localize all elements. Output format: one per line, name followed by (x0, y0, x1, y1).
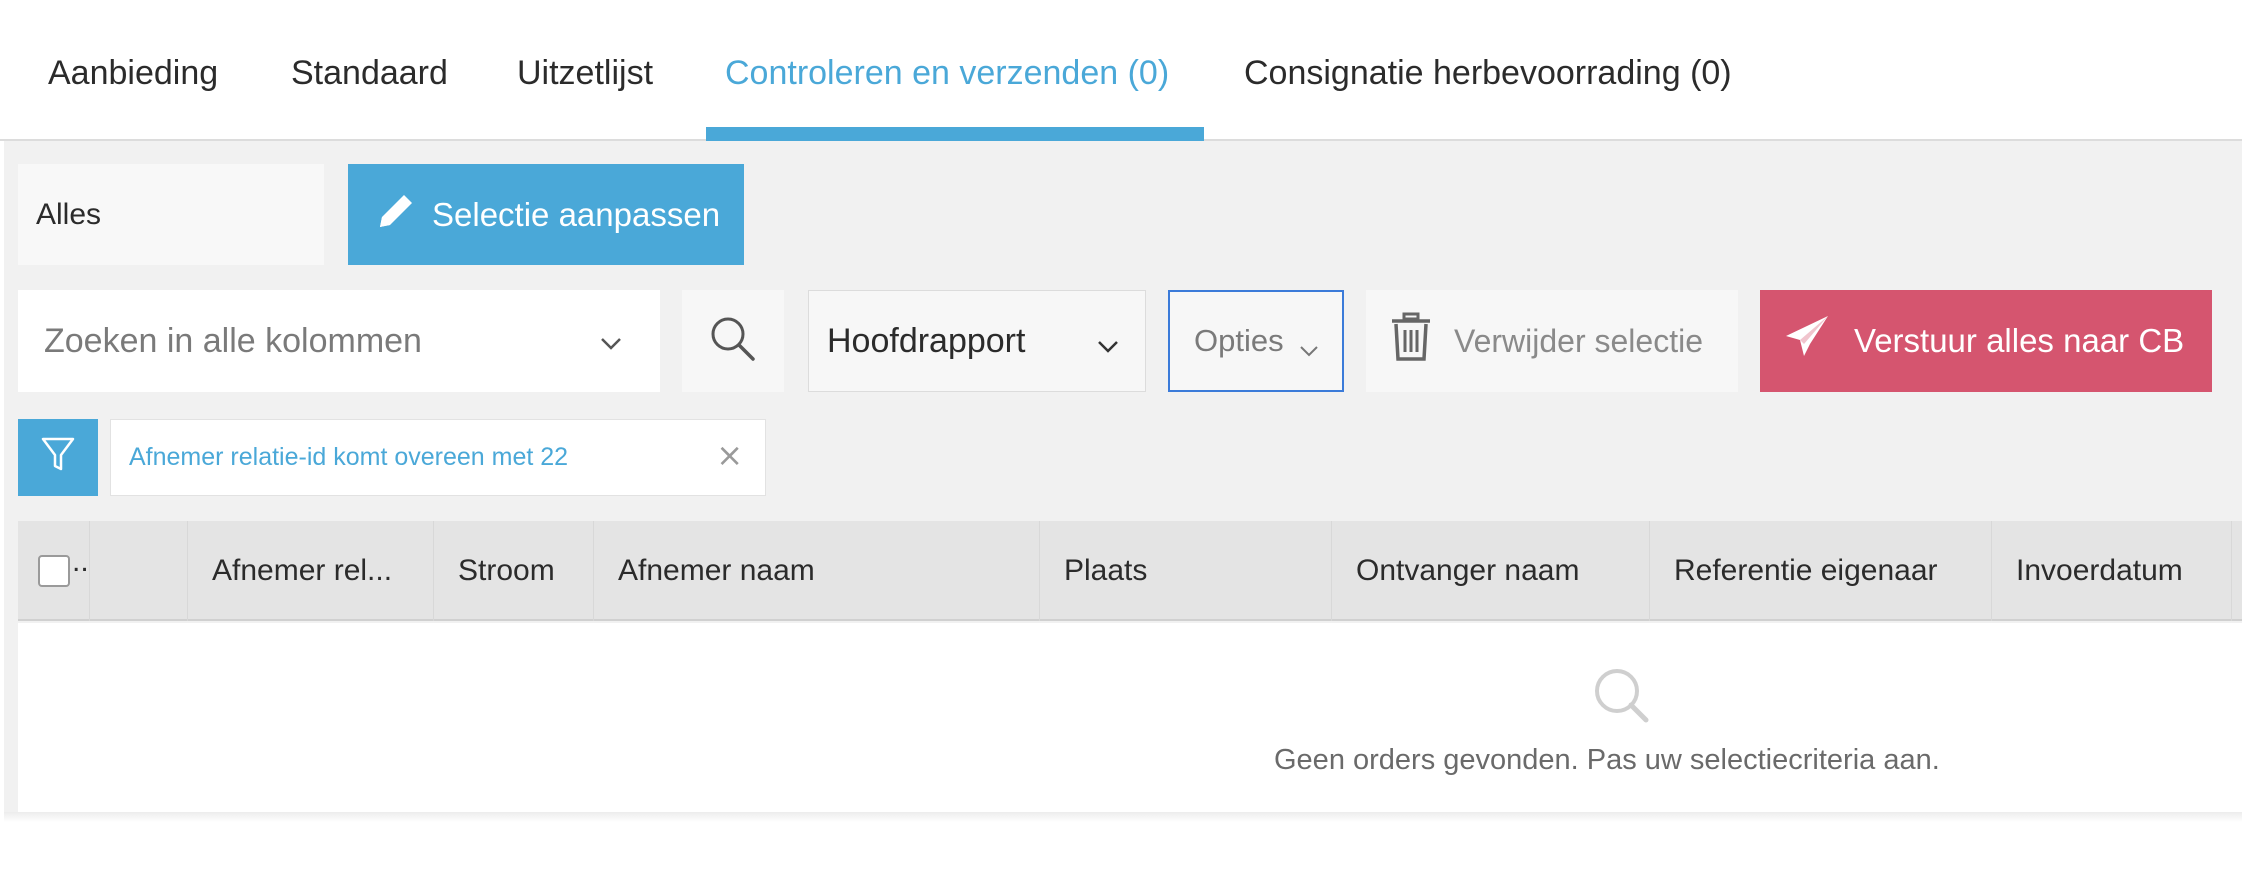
table-header: .. Afnemer rel... Stroom Afnemer naam Pl… (18, 521, 2242, 621)
options-dropdown[interactable]: Opties (1168, 290, 1344, 392)
column-header-referentie-eigenaar[interactable]: Referentie eigenaar (1650, 521, 1992, 621)
search-button[interactable] (682, 290, 784, 392)
search-input[interactable]: Zoeken in alle kolommen (18, 290, 660, 392)
tab-consignatie-herbevoorrading[interactable]: Consignatie herbevoorrading (0) (1244, 54, 1732, 93)
column-header-stroom[interactable]: Stroom (434, 521, 594, 621)
search-icon (707, 313, 759, 370)
select-all-ellipsis: .. (72, 545, 89, 578)
column-header-afnemer-naam[interactable]: Afnemer naam (594, 521, 1040, 621)
filter-icon (40, 436, 76, 479)
tab-uitzetlijst[interactable]: Uitzetlijst (517, 54, 653, 93)
filter-button[interactable] (18, 419, 98, 496)
panel-bottom-edge (4, 812, 2242, 822)
trash-icon (1390, 312, 1432, 370)
column-header-plaats[interactable]: Plaats (1040, 521, 1332, 621)
chevron-down-icon (1095, 329, 1121, 368)
column-spacer (90, 521, 188, 621)
options-label: Opties (1194, 323, 1284, 358)
pencil-icon (372, 187, 420, 243)
filter-chip-text: Afnemer relatie-id komt overeen met 22 (129, 443, 569, 471)
search-placeholder: Zoeken in alle kolommen (44, 321, 422, 360)
tab-bar: Aanbieding Standaard Uitzetlijst Control… (0, 0, 2242, 141)
report-select[interactable]: Hoofdrapport (808, 290, 1146, 392)
send-all-button[interactable]: Verstuur alles naar CB (1760, 290, 2212, 392)
column-header-ontvanger-naam[interactable]: Ontvanger naam (1332, 521, 1650, 621)
close-icon[interactable]: × (716, 436, 743, 474)
table-body (18, 623, 2242, 813)
report-select-value: Hoofdrapport (827, 321, 1026, 360)
delete-selection-button[interactable]: Verwijder selectie (1366, 290, 1738, 392)
page: Aanbieding Standaard Uitzetlijst Control… (0, 0, 2242, 886)
tab-standaard[interactable]: Standaard (291, 54, 448, 93)
active-filter-chip: Afnemer relatie-id komt overeen met 22 × (110, 419, 766, 496)
tab-controleren-en-verzenden[interactable]: Controleren en verzenden (0) (725, 54, 1169, 93)
select-all-cell: .. (18, 521, 90, 621)
edit-selection-button[interactable]: Selectie aanpassen (348, 164, 744, 265)
tab-aanbieding[interactable]: Aanbieding (48, 54, 218, 93)
chevron-down-icon (1298, 334, 1320, 370)
send-all-label: Verstuur alles naar CB (1854, 322, 2185, 359)
paper-plane-icon (1782, 312, 1832, 370)
delete-selection-label: Verwijder selectie (1454, 322, 1703, 359)
active-tab-indicator (706, 127, 1204, 141)
edit-selection-label: Selectie aanpassen (432, 195, 721, 233)
empty-search-icon (1588, 662, 1658, 737)
column-header-afnemer-relatie[interactable]: Afnemer rel... (188, 521, 434, 621)
empty-state-message: Geen orders gevonden. Pas uw selectiecri… (1274, 744, 1940, 776)
column-header-invoerdatum[interactable]: Invoerdatum (1992, 521, 2232, 621)
selection-display: Alles (18, 164, 324, 265)
select-all-checkbox[interactable] (38, 555, 70, 587)
chevron-down-icon[interactable] (598, 326, 624, 365)
